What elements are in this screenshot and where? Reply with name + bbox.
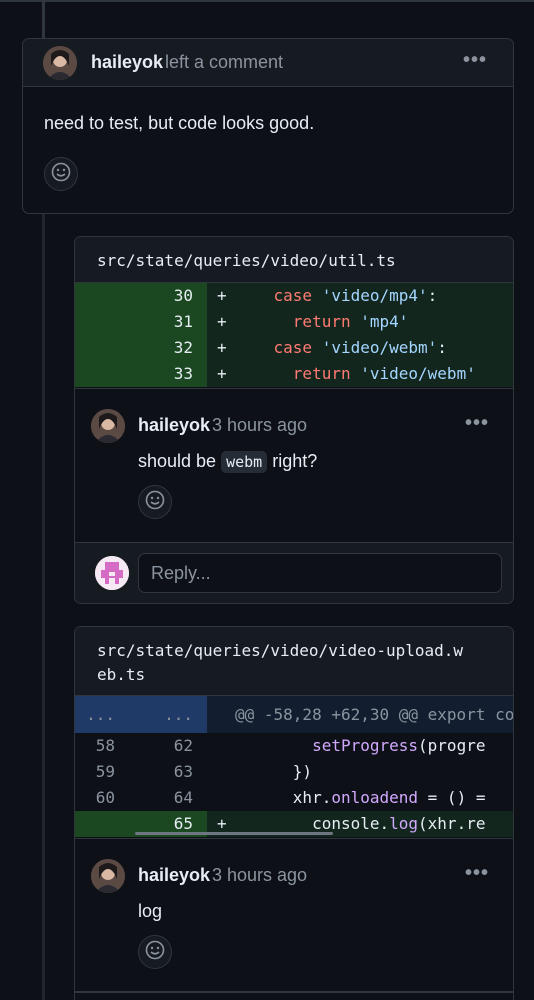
new-line-number: 31 bbox=[173, 312, 193, 331]
review-time[interactable]: 3 hours ago bbox=[212, 865, 307, 886]
reply-row: Reply... bbox=[75, 542, 513, 603]
timeline-line-top bbox=[42, 0, 45, 38]
hunk-text: @@ -58,28 +62,30 @@ export con bbox=[235, 705, 513, 724]
expand-old[interactable]: ... bbox=[75, 696, 115, 733]
reply-input[interactable]: Reply... bbox=[138, 553, 502, 593]
divider bbox=[75, 991, 513, 993]
review-author[interactable]: haileyok bbox=[138, 865, 210, 886]
add-reaction-button[interactable] bbox=[138, 935, 172, 969]
old-line-number: 60 bbox=[95, 788, 115, 807]
comment-author[interactable]: haileyok bbox=[91, 52, 163, 73]
smiley-icon bbox=[145, 490, 165, 515]
avatar[interactable] bbox=[91, 859, 125, 893]
avatar[interactable] bbox=[91, 409, 125, 443]
diff-line[interactable]: 58 62 setProgress(progre bbox=[75, 733, 513, 759]
kebab-horizontal-icon[interactable]: ••• bbox=[463, 49, 487, 72]
review-author[interactable]: haileyok bbox=[138, 415, 210, 436]
code-content: setProgress(progre bbox=[312, 736, 486, 755]
review-body: log bbox=[138, 901, 163, 921]
new-line-number: 33 bbox=[173, 364, 193, 383]
review-body: should be webm right? bbox=[138, 451, 318, 473]
add-reaction-button[interactable] bbox=[138, 485, 172, 519]
kebab-horizontal-icon[interactable]: ••• bbox=[465, 862, 489, 885]
kebab-horizontal-icon[interactable]: ••• bbox=[465, 412, 489, 435]
old-line-number: 59 bbox=[95, 762, 115, 781]
code-content: xhr.onloadend = () = bbox=[235, 788, 486, 807]
diff-line[interactable]: 32 + case 'video/webm': bbox=[75, 335, 513, 361]
review-comment: haileyok 3 hours ago ••• log bbox=[75, 838, 513, 998]
top-divider bbox=[0, 0, 534, 2]
new-line-number: 32 bbox=[173, 338, 193, 357]
horizontal-scrollbar[interactable] bbox=[135, 832, 333, 835]
code-content: return 'video/webm' bbox=[292, 364, 476, 383]
inline-code: webm bbox=[221, 451, 268, 473]
review-thread-util: src/state/queries/video/util.ts 30 + case… bbox=[74, 236, 514, 604]
new-line-number: 30 bbox=[173, 286, 193, 305]
code-content: case 'video/webm': bbox=[273, 338, 447, 357]
diff-line[interactable]: 30 + case 'video/mp4': bbox=[75, 283, 513, 309]
review-time[interactable]: 3 hours ago bbox=[212, 415, 307, 436]
add-reaction-button[interactable] bbox=[44, 157, 78, 191]
comment-body: need to test, but code looks good. bbox=[44, 113, 315, 133]
diff-line[interactable]: 60 64 xhr.onloadend = () = bbox=[75, 785, 513, 811]
diff-sign: + bbox=[217, 286, 227, 305]
hunk-header-row[interactable]: ... ... @@ -58,28 +62,30 @@ export con bbox=[75, 696, 513, 733]
file-path[interactable]: src/state/queries/video/util.ts bbox=[75, 237, 513, 283]
review-comment: haileyok 3 hours ago ••• should be webm … bbox=[75, 388, 513, 542]
avatar[interactable] bbox=[43, 46, 77, 80]
comment-action: left a comment bbox=[165, 52, 284, 72]
expand-new[interactable]: ... bbox=[153, 696, 193, 733]
new-line-number: 62 bbox=[173, 736, 193, 755]
smiley-icon bbox=[145, 940, 165, 965]
diff-sign: + bbox=[217, 338, 227, 357]
file-path[interactable]: src/state/queries/video/video-upload.w e… bbox=[75, 627, 513, 696]
comment-card: haileyok left a comment ••• need to test… bbox=[22, 38, 514, 214]
code-content: case 'video/mp4': bbox=[273, 286, 438, 305]
diff-line[interactable]: 33 + return 'video/webm' bbox=[75, 361, 513, 387]
review-thread-video-upload: src/state/queries/video/video-upload.w e… bbox=[74, 626, 514, 1000]
old-line-number: 58 bbox=[95, 736, 115, 755]
comment-header: haileyok left a comment ••• bbox=[23, 39, 513, 87]
diff-line[interactable]: 59 63 }) bbox=[75, 759, 513, 785]
smiley-icon bbox=[51, 162, 71, 187]
diff-line[interactable]: 31 + return 'mp4' bbox=[75, 309, 513, 335]
new-line-number: 64 bbox=[173, 788, 193, 807]
code-content: return 'mp4' bbox=[292, 312, 409, 331]
diff-sign: + bbox=[217, 364, 227, 383]
current-user-avatar[interactable] bbox=[95, 556, 129, 590]
new-line-number: 63 bbox=[173, 762, 193, 781]
code-content: }) bbox=[235, 762, 313, 781]
diff-sign: + bbox=[217, 312, 227, 331]
